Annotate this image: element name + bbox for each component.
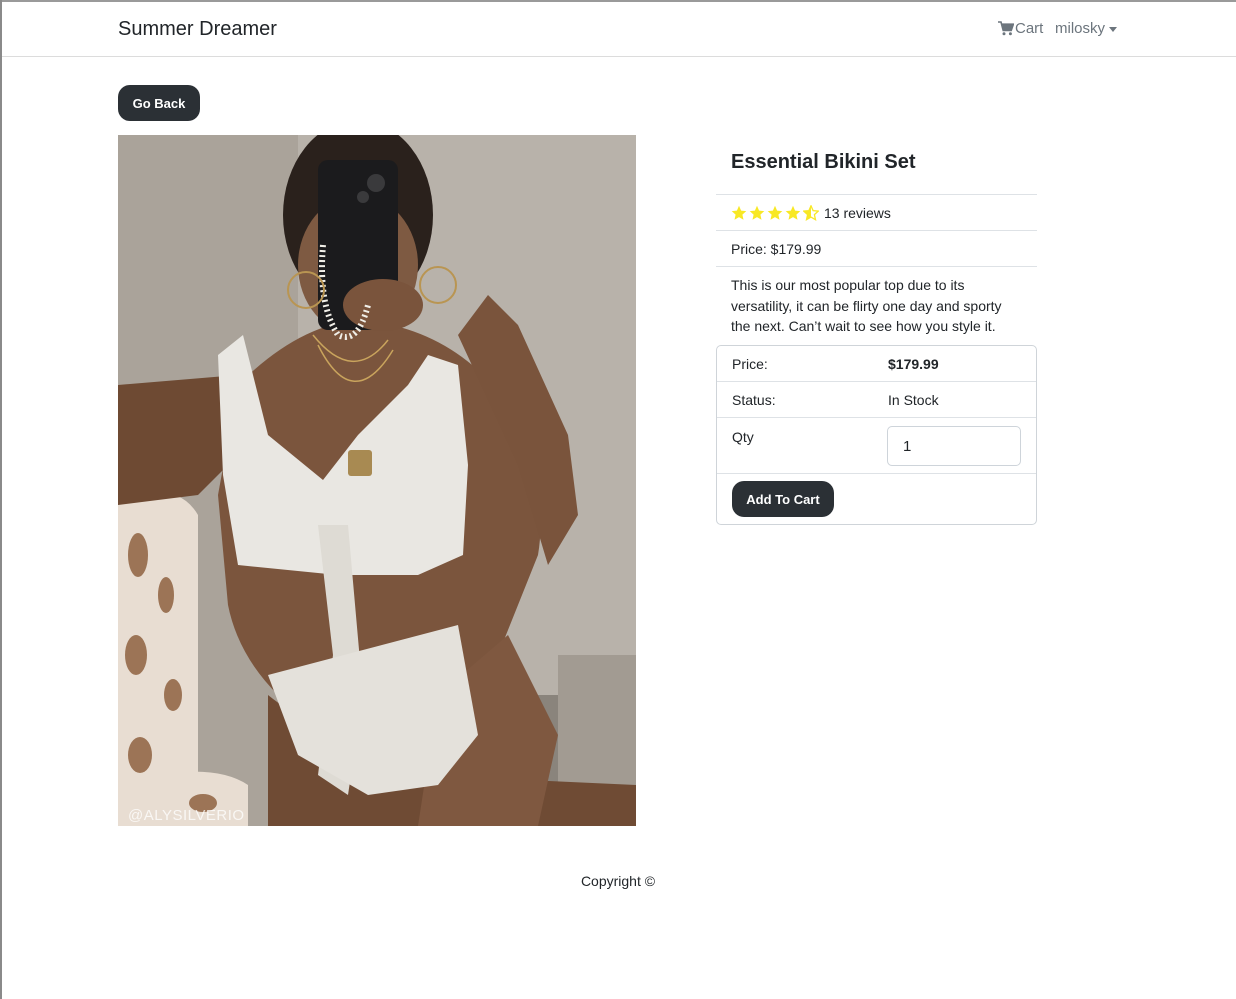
caret-down-icon	[1109, 26, 1118, 32]
brand-link[interactable]: Summer Dreamer	[118, 18, 277, 41]
product-photo	[118, 135, 636, 826]
card-price-row: Price: $179.99	[717, 346, 1036, 382]
footer-copyright: Copyright ©	[580, 873, 656, 889]
rating-row: 13 reviews	[716, 195, 1037, 231]
star-full-icon	[767, 205, 783, 220]
star-full-icon	[749, 205, 765, 220]
cart-icon	[998, 21, 1014, 36]
navbar: Summer Dreamer Cart milosky	[2, 2, 1236, 57]
product-description: This is our most popular top due to its …	[731, 277, 1002, 334]
qty-select[interactable]: 1	[887, 426, 1021, 466]
go-back-button[interactable]: Go Back	[118, 85, 200, 121]
cart-link[interactable]: Cart	[998, 20, 1043, 37]
purchase-card: Price: $179.99 Status: In Stock Qty 1 Ad…	[716, 345, 1037, 525]
card-price-label: Price:	[732, 356, 768, 372]
cart-label: Cart	[1015, 20, 1044, 37]
window-left-edge	[0, 0, 2, 999]
card-status-row: Status: In Stock	[717, 382, 1036, 418]
product-image: @ALYSILVERIO	[118, 135, 636, 826]
card-status-value: In Stock	[888, 392, 939, 408]
reviews-count: 13 reviews	[824, 204, 891, 221]
product-info-list: Essential Bikini Set 13 reviews Price: $…	[716, 135, 1037, 344]
qty-label: Qty	[732, 429, 754, 445]
rating-stars	[731, 204, 819, 221]
card-status-label: Status:	[732, 392, 776, 408]
user-dropdown[interactable]: milosky	[1055, 20, 1118, 37]
user-name: milosky	[1055, 20, 1106, 37]
card-price-value: $179.99	[888, 356, 939, 372]
card-qty-row: Qty 1	[717, 418, 1036, 474]
image-watermark: @ALYSILVERIO	[128, 807, 245, 824]
star-full-icon	[785, 205, 801, 220]
price-line: Price: $179.99	[716, 231, 1037, 267]
star-full-icon	[731, 205, 747, 220]
star-half-icon	[803, 204, 819, 221]
add-to-cart-button[interactable]: Add To Cart	[732, 481, 834, 517]
product-title: Essential Bikini Set	[716, 135, 1037, 195]
